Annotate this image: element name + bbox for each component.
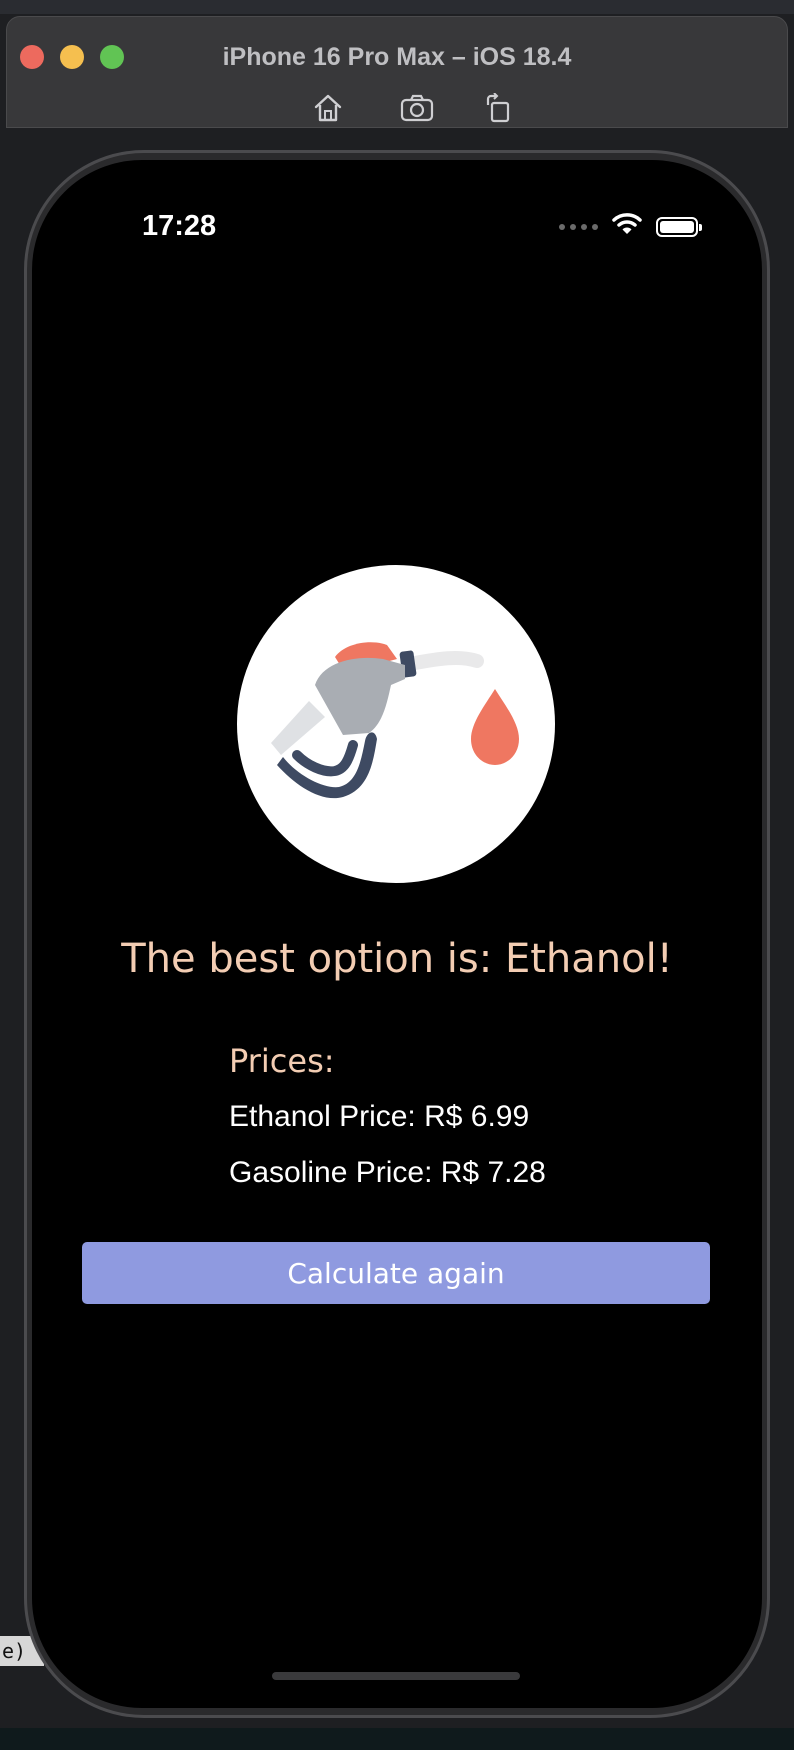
ethanol-price: Ethanol Price: R$ 6.99: [229, 1100, 530, 1133]
gasoline-price: Gasoline Price: R$ 7.28: [229, 1156, 546, 1189]
prices-heading: Prices:: [229, 1042, 335, 1080]
status-icons: [559, 212, 702, 241]
simulator-titlebar: iPhone 16 Pro Max – iOS 18.4: [6, 16, 788, 128]
home-icon[interactable]: [311, 91, 345, 125]
home-indicator[interactable]: [272, 1672, 520, 1680]
desktop-top-strip: [0, 0, 794, 14]
screenshot-icon[interactable]: [400, 91, 434, 125]
desktop-background: e) iPhone 16 Pro Max – iOS 18.4 17:28 Th…: [0, 0, 794, 1750]
result-title: The best option is: Ethanol!: [121, 936, 673, 982]
desktop-bottom-strip: [0, 1728, 794, 1750]
battery-icon: [656, 216, 702, 237]
signal-dots-icon: [559, 223, 598, 230]
fuel-pump-icon: [237, 565, 555, 883]
calculate-again-button[interactable]: Calculate again: [82, 1242, 710, 1304]
status-time: 17:28: [142, 210, 217, 242]
phone-screen: 17:28 The best option is: Ethanol! Price…: [32, 160, 762, 1708]
wifi-icon: [612, 212, 642, 241]
rotate-icon[interactable]: [481, 91, 515, 125]
simulator-title: iPhone 16 Pro Max – iOS 18.4: [222, 43, 572, 71]
